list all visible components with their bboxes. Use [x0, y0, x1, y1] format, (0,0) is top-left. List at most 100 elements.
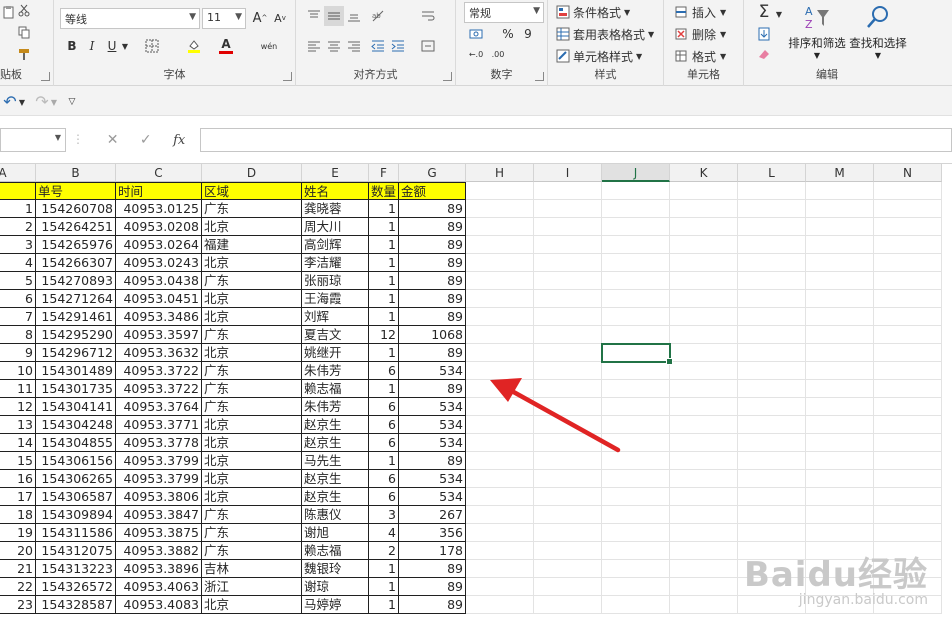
- table-cell[interactable]: 李洁耀: [302, 254, 369, 272]
- orientation-icon[interactable]: ab: [368, 6, 388, 26]
- align-middle-icon[interactable]: [324, 6, 344, 26]
- empty-cell[interactable]: [466, 236, 534, 254]
- empty-cell[interactable]: [738, 524, 806, 542]
- table-cell[interactable]: 15: [0, 452, 36, 470]
- empty-cell[interactable]: [874, 182, 942, 200]
- empty-cell[interactable]: [602, 488, 670, 506]
- font-grow-button[interactable]: A ^: [250, 8, 270, 28]
- table-cell[interactable]: 北京: [202, 308, 302, 326]
- empty-cell[interactable]: [602, 290, 670, 308]
- empty-cell[interactable]: [806, 254, 874, 272]
- empty-cell[interactable]: [806, 218, 874, 236]
- chevron-down-icon[interactable]: ▼: [50, 92, 58, 112]
- empty-cell[interactable]: [534, 380, 602, 398]
- empty-cell[interactable]: [670, 524, 738, 542]
- empty-cell[interactable]: [670, 416, 738, 434]
- table-cell[interactable]: 11: [0, 380, 36, 398]
- empty-cell[interactable]: [670, 560, 738, 578]
- table-cell[interactable]: 154270893: [36, 272, 116, 290]
- table-cell[interactable]: 6: [369, 362, 399, 380]
- column-header-n[interactable]: N: [874, 164, 942, 182]
- table-cell[interactable]: 1: [369, 272, 399, 290]
- table-cell[interactable]: 89: [399, 272, 466, 290]
- number-launcher[interactable]: [535, 72, 544, 81]
- empty-cell[interactable]: [534, 560, 602, 578]
- empty-cell[interactable]: [466, 542, 534, 560]
- table-cell[interactable]: 154301735: [36, 380, 116, 398]
- table-cell[interactable]: 89: [399, 578, 466, 596]
- table-cell[interactable]: 23: [0, 596, 36, 614]
- cancel-icon[interactable]: ✕: [107, 132, 119, 148]
- table-cell[interactable]: 9: [0, 344, 36, 362]
- empty-cell[interactable]: [534, 416, 602, 434]
- table-cell[interactable]: 1: [369, 254, 399, 272]
- table-cell[interactable]: 陈惠仪: [302, 506, 369, 524]
- column-header-l[interactable]: L: [738, 164, 806, 182]
- sort-filter-button[interactable]: AZ 排序和筛选 ▼: [788, 4, 846, 64]
- table-cell[interactable]: 40953.4063: [116, 578, 202, 596]
- table-cell[interactable]: 赵京生: [302, 488, 369, 506]
- table-cell[interactable]: 1: [369, 236, 399, 254]
- empty-cell[interactable]: [602, 182, 670, 200]
- table-cell[interactable]: 40953.3806: [116, 488, 202, 506]
- table-cell[interactable]: 89: [399, 254, 466, 272]
- empty-cell[interactable]: [602, 560, 670, 578]
- empty-cell[interactable]: [670, 488, 738, 506]
- empty-cell[interactable]: [670, 434, 738, 452]
- column-header-m[interactable]: M: [806, 164, 874, 182]
- empty-cell[interactable]: [806, 344, 874, 362]
- table-cell[interactable]: 北京: [202, 596, 302, 614]
- empty-cell[interactable]: [534, 326, 602, 344]
- table-cell[interactable]: 马先生: [302, 452, 369, 470]
- table-cell[interactable]: 1: [369, 308, 399, 326]
- column-header-i[interactable]: I: [534, 164, 602, 182]
- table-cell[interactable]: 赵京生: [302, 470, 369, 488]
- table-cell[interactable]: 154306265: [36, 470, 116, 488]
- currency-icon[interactable]: [466, 24, 486, 44]
- empty-cell[interactable]: [534, 218, 602, 236]
- percent-button[interactable]: %: [498, 24, 518, 44]
- empty-cell[interactable]: [670, 326, 738, 344]
- table-cell[interactable]: 北京: [202, 416, 302, 434]
- insert-button[interactable]: 插入 ▼: [674, 2, 726, 22]
- empty-cell[interactable]: [806, 434, 874, 452]
- table-cell[interactable]: 154264251: [36, 218, 116, 236]
- empty-cell[interactable]: [602, 326, 670, 344]
- font-color-icon[interactable]: A: [216, 36, 236, 56]
- empty-cell[interactable]: [602, 272, 670, 290]
- table-cell[interactable]: 1: [369, 290, 399, 308]
- table-cell[interactable]: 3: [0, 236, 36, 254]
- empty-cell[interactable]: [806, 506, 874, 524]
- empty-cell[interactable]: [738, 254, 806, 272]
- table-cell[interactable]: 5: [0, 272, 36, 290]
- empty-cell[interactable]: [874, 254, 942, 272]
- empty-cell[interactable]: [534, 254, 602, 272]
- empty-cell[interactable]: [738, 290, 806, 308]
- table-cell[interactable]: 龚晓蓉: [302, 200, 369, 218]
- table-cell[interactable]: 1: [369, 200, 399, 218]
- table-cell[interactable]: 12: [369, 326, 399, 344]
- align-right-icon[interactable]: [344, 36, 364, 56]
- empty-cell[interactable]: [738, 380, 806, 398]
- table-cell[interactable]: 6: [369, 488, 399, 506]
- table-cell[interactable]: 40953.3875: [116, 524, 202, 542]
- empty-cell[interactable]: [466, 452, 534, 470]
- table-cell[interactable]: 广东: [202, 326, 302, 344]
- table-cell[interactable]: 534: [399, 470, 466, 488]
- table-cell[interactable]: 12: [0, 398, 36, 416]
- column-header-a[interactable]: A: [0, 164, 36, 182]
- table-cell[interactable]: 夏吉文: [302, 326, 369, 344]
- table-cell[interactable]: 1: [369, 596, 399, 614]
- table-cell[interactable]: 40953.3486: [116, 308, 202, 326]
- table-cell[interactable]: 吉林: [202, 560, 302, 578]
- align-center-icon[interactable]: [324, 36, 344, 56]
- table-cell[interactable]: 北京: [202, 290, 302, 308]
- conditional-format-button[interactable]: 条件格式 ▼: [556, 2, 630, 22]
- empty-cell[interactable]: [466, 398, 534, 416]
- empty-cell[interactable]: [602, 596, 670, 614]
- empty-cell[interactable]: [738, 272, 806, 290]
- empty-cell[interactable]: [602, 380, 670, 398]
- font-launcher[interactable]: [283, 72, 292, 81]
- redo-icon[interactable]: ↷: [32, 91, 52, 111]
- table-cell[interactable]: 40953.3632: [116, 344, 202, 362]
